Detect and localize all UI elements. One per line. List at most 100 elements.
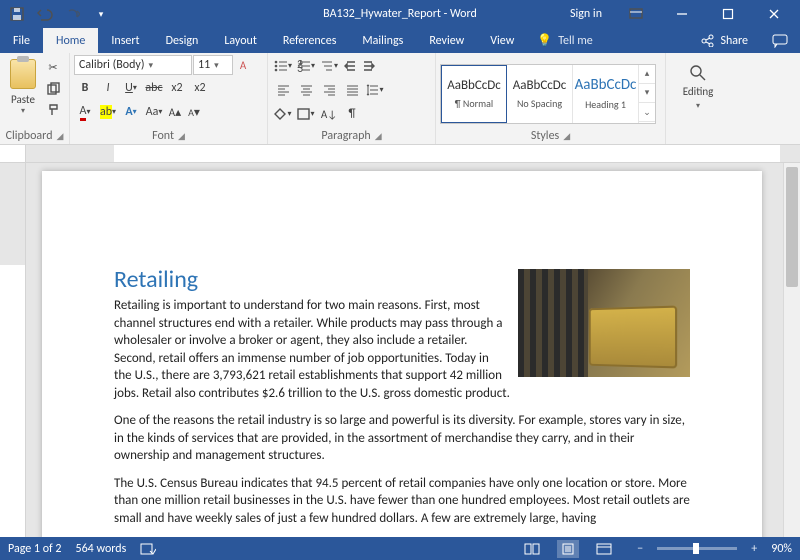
shrink-font-icon[interactable]: A▾ bbox=[185, 102, 203, 122]
tab-mailings[interactable]: Mailings bbox=[349, 28, 416, 53]
zoom-slider[interactable] bbox=[657, 547, 737, 550]
show-marks-icon[interactable]: ¶ bbox=[341, 103, 363, 125]
copy-icon[interactable] bbox=[44, 78, 62, 98]
bulb-icon: 💡 bbox=[537, 33, 552, 48]
find-icon bbox=[689, 64, 707, 82]
sign-in-button[interactable]: Sign in bbox=[560, 2, 612, 26]
vertical-ruler[interactable] bbox=[0, 163, 26, 537]
zoom-out-icon[interactable]: − bbox=[629, 540, 651, 558]
title-bar: ▾ BA132_Hywater_Report - Word Sign in bbox=[0, 0, 800, 28]
ribbon-display-icon[interactable] bbox=[614, 0, 658, 28]
font-color-icon[interactable]: A▾ bbox=[74, 101, 96, 123]
font-name-value: Calibri (Body) bbox=[79, 58, 144, 72]
undo-icon[interactable] bbox=[32, 2, 58, 26]
bold-button[interactable]: B bbox=[74, 77, 96, 99]
paste-button[interactable]: Paste ▾ bbox=[4, 55, 42, 121]
multilevel-icon[interactable]: ▾ bbox=[318, 55, 340, 77]
redo-icon[interactable] bbox=[60, 2, 86, 26]
underline-button[interactable]: U▾ bbox=[120, 77, 142, 99]
tab-design[interactable]: Design bbox=[153, 28, 212, 53]
cut-icon[interactable]: ✂ bbox=[44, 57, 62, 77]
sort-icon[interactable]: A↓ bbox=[318, 103, 340, 125]
change-case-icon[interactable]: Aa▾ bbox=[143, 101, 165, 123]
styles-gallery[interactable]: AaBbCcDc¶ Normal AaBbCcDcNo Spacing AaBb… bbox=[440, 64, 656, 124]
paste-icon bbox=[10, 59, 36, 89]
save-icon[interactable] bbox=[4, 2, 30, 26]
style-heading-1[interactable]: AaBbCcDcHeading 1 bbox=[573, 65, 639, 123]
style-normal[interactable]: AaBbCcDc¶ Normal bbox=[441, 65, 507, 123]
font-size-select[interactable]: 11▾ bbox=[193, 55, 233, 75]
increase-indent-icon[interactable] bbox=[360, 56, 378, 76]
comments-icon[interactable] bbox=[760, 28, 800, 53]
bullets-icon[interactable]: ▾ bbox=[272, 55, 294, 77]
read-mode-icon[interactable] bbox=[521, 540, 543, 558]
line-spacing-icon[interactable]: ▾ bbox=[364, 79, 386, 101]
page[interactable]: Retailing Retailing is important to unde… bbox=[42, 171, 762, 537]
editing-menu[interactable]: Editing ▾ bbox=[670, 55, 726, 119]
clipboard-group-label: Clipboard bbox=[6, 129, 53, 143]
numbering-icon[interactable]: 123▾ bbox=[295, 55, 317, 77]
shading-icon[interactable]: ▾ bbox=[272, 103, 294, 125]
decrease-indent-icon[interactable] bbox=[341, 56, 359, 76]
align-center-icon[interactable] bbox=[295, 79, 317, 101]
ribbon: Paste ▾ ✂ Clipboard◢ Calibri (Body)▾ 11▾… bbox=[0, 53, 800, 145]
tab-layout[interactable]: Layout bbox=[211, 28, 270, 53]
tab-home[interactable]: Home bbox=[43, 28, 98, 53]
tell-me[interactable]: 💡 Tell me bbox=[527, 28, 602, 53]
align-right-icon[interactable] bbox=[318, 79, 340, 101]
clipboard-dialog-icon[interactable]: ◢ bbox=[57, 131, 64, 142]
font-name-select[interactable]: Calibri (Body)▾ bbox=[74, 55, 192, 75]
word-count[interactable]: 564 words bbox=[76, 542, 127, 556]
body-paragraph[interactable]: One of the reasons the retail industry i… bbox=[114, 412, 690, 465]
share-button[interactable]: Share bbox=[689, 28, 760, 53]
subscript-button[interactable]: x2 bbox=[166, 77, 188, 99]
strike-button[interactable]: abc bbox=[143, 77, 165, 99]
styles-dialog-icon[interactable]: ◢ bbox=[563, 131, 570, 142]
highlight-icon[interactable]: ab▾ bbox=[97, 101, 119, 123]
text-effects-icon[interactable]: A▾ bbox=[120, 101, 142, 123]
grow-font-icon[interactable]: A▴ bbox=[166, 102, 184, 122]
print-layout-icon[interactable] bbox=[557, 540, 579, 558]
paste-label: Paste bbox=[11, 93, 35, 106]
maximize-button[interactable] bbox=[706, 0, 750, 28]
tell-me-label: Tell me bbox=[558, 34, 593, 48]
styles-group-label: Styles bbox=[531, 129, 559, 143]
horizontal-ruler[interactable] bbox=[0, 145, 800, 163]
tab-view[interactable]: View bbox=[477, 28, 527, 53]
styles-down-icon[interactable]: ▾ bbox=[639, 84, 655, 103]
qat-customize-icon[interactable]: ▾ bbox=[88, 2, 114, 26]
share-label: Share bbox=[720, 34, 748, 48]
font-dialog-icon[interactable]: ◢ bbox=[178, 131, 185, 142]
paragraph-group-label: Paragraph bbox=[321, 129, 370, 143]
minimize-button[interactable] bbox=[660, 0, 704, 28]
close-button[interactable] bbox=[752, 0, 796, 28]
tab-insert[interactable]: Insert bbox=[98, 28, 152, 53]
status-bar: Page 1 of 2 564 words − + 90% bbox=[0, 537, 800, 560]
tab-review[interactable]: Review bbox=[416, 28, 477, 53]
zoom-level[interactable]: 90% bbox=[771, 542, 792, 556]
superscript-button[interactable]: x2 bbox=[189, 77, 211, 99]
body-paragraph[interactable]: The U.S. Census Bureau indicates that 94… bbox=[114, 475, 690, 528]
italic-button[interactable]: I bbox=[97, 77, 119, 99]
styles-up-icon[interactable]: ▴ bbox=[639, 65, 655, 84]
align-left-icon[interactable] bbox=[272, 79, 294, 101]
styles-more-icon[interactable]: ⌄ bbox=[639, 103, 655, 122]
borders-icon[interactable]: ▾ bbox=[295, 103, 317, 125]
vertical-scrollbar[interactable] bbox=[783, 163, 800, 537]
page-number[interactable]: Page 1 of 2 bbox=[8, 542, 62, 556]
format-painter-icon[interactable] bbox=[44, 99, 62, 119]
tab-references[interactable]: References bbox=[270, 28, 350, 53]
paragraph-dialog-icon[interactable]: ◢ bbox=[375, 131, 382, 142]
web-layout-icon[interactable] bbox=[593, 540, 615, 558]
justify-icon[interactable] bbox=[341, 79, 363, 101]
tab-file[interactable]: File bbox=[0, 28, 43, 53]
font-size-value: 11 bbox=[198, 58, 210, 72]
zoom-in-icon[interactable]: + bbox=[743, 540, 765, 558]
spellcheck-icon[interactable] bbox=[140, 542, 156, 556]
document-area: Retailing Retailing is important to unde… bbox=[0, 163, 800, 537]
inline-image[interactable] bbox=[518, 269, 690, 377]
scrollbar-thumb[interactable] bbox=[786, 167, 798, 287]
clear-format-icon[interactable]: A bbox=[234, 55, 252, 75]
style-no-spacing[interactable]: AaBbCcDcNo Spacing bbox=[507, 65, 573, 123]
ribbon-tabs: File Home Insert Design Layout Reference… bbox=[0, 28, 800, 53]
